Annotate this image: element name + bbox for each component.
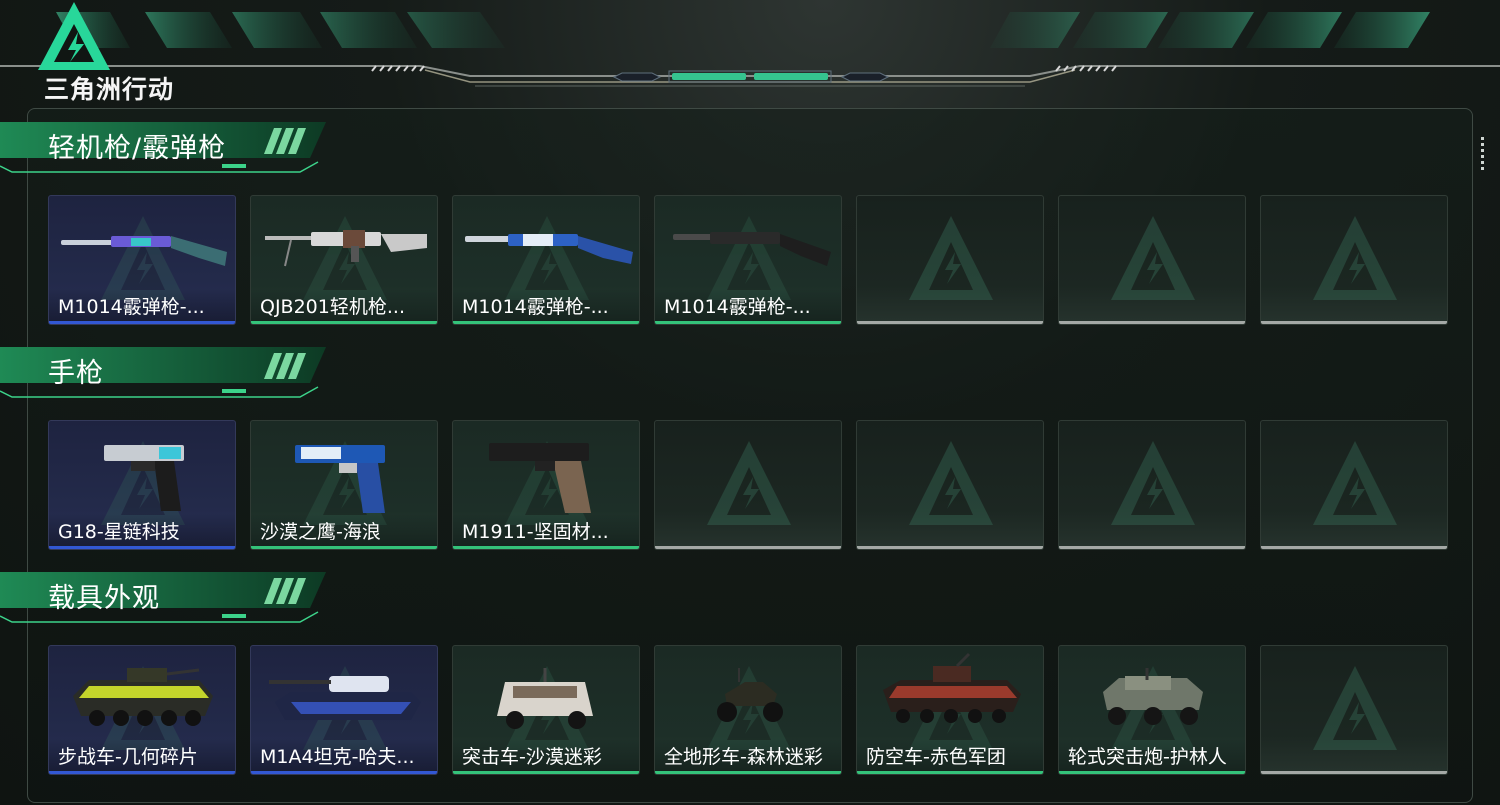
item-card[interactable]: QJB201轻机枪... [250,195,438,325]
item-card[interactable]: 防空车-赤色军团 [856,645,1044,775]
item-name: 突击车-沙漠迷彩 [462,746,602,768]
item-name: G18-星链科技 [58,521,180,543]
rarity-stripe [251,546,437,549]
item-card[interactable]: 全地形车-森林迷彩 [654,645,842,775]
wheeled-gun-icon [1103,668,1203,725]
placeholder-logo-icon [1313,666,1397,750]
placeholder-logo-icon [707,441,791,525]
rarity-stripe [1261,321,1447,324]
empty-item-slot[interactable] [654,420,842,550]
item-name: 沙漠之鹰-海浪 [260,521,381,543]
empty-item-slot[interactable] [856,195,1044,325]
assault-vehicle-icon [497,668,593,729]
item-name: M1014霰弹枪-... [462,296,609,318]
shotgun-blue-icon [465,234,633,264]
header-decoration [0,12,1500,87]
item-card[interactable]: 轮式突击炮-护林人 [1058,645,1246,775]
empty-item-slot[interactable] [1058,420,1246,550]
rarity-stripe [1261,546,1447,549]
pistol-deagle-icon [295,445,385,513]
rarity-stripe [857,771,1043,774]
item-name: 防空车-赤色军团 [866,746,1006,768]
item-name: M1014霰弹枪-... [664,296,811,318]
item-name: M1014霰弹枪-... [58,296,205,318]
section-title: 手枪 [48,358,104,389]
section-header: 手枪 [0,345,330,399]
placeholder-logo-icon [1111,441,1195,525]
shotgun-black-icon [673,232,831,266]
empty-item-slot[interactable] [856,420,1044,550]
item-card[interactable]: 突击车-沙漠迷彩 [452,645,640,775]
item-card[interactable]: G18-星链科技 [48,420,236,550]
rarity-stripe [857,546,1043,549]
item-name: M1911-坚固材... [462,521,609,543]
scrollbar-indicator[interactable] [1481,137,1485,177]
rarity-stripe [1059,771,1245,774]
aa-vehicle-icon [883,652,1021,723]
item-name: QJB201轻机枪... [260,296,405,318]
item-card[interactable]: M1014霰弹枪-... [654,195,842,325]
item-card[interactable]: M1014霰弹枪-... [48,195,236,325]
item-card[interactable]: 步战车-几何碎片 [48,645,236,775]
rarity-stripe [857,321,1043,324]
rarity-stripe [49,546,235,549]
section-title: 轻机枪/霰弹枪 [48,133,227,164]
rarity-stripe [1059,321,1245,324]
placeholder-logo-icon [1313,441,1397,525]
rarity-stripe [251,321,437,324]
item-card[interactable]: M1014霰弹枪-... [452,195,640,325]
ifv-yellow-icon [73,668,213,726]
rarity-stripe [655,771,841,774]
tank-blue-icon [269,676,421,720]
rarity-stripe [1059,546,1245,549]
shotgun-purple-icon [61,236,227,266]
item-name: 全地形车-森林迷彩 [664,746,823,768]
rarity-stripe [655,321,841,324]
rarity-stripe [49,321,235,324]
item-card[interactable]: M1911-坚固材... [452,420,640,550]
item-name: M1A4坦克-哈夫... [260,746,415,768]
empty-item-slot[interactable] [1260,195,1448,325]
rarity-stripe [453,546,639,549]
rarity-stripe [655,546,841,549]
placeholder-logo-icon [909,441,993,525]
placeholder-logo-icon [909,216,993,300]
pistol-g18-icon [104,445,184,511]
empty-item-slot[interactable] [1260,645,1448,775]
section-header: 轻机枪/霰弹枪 [0,120,330,174]
section-header: 载具外观 [0,570,330,624]
empty-item-slot[interactable] [1058,195,1246,325]
section-title: 载具外观 [48,583,160,614]
placeholder-logo-icon [1313,216,1397,300]
empty-item-slot[interactable] [1260,420,1448,550]
item-name: 步战车-几何碎片 [58,746,198,768]
item-card[interactable]: 沙漠之鹰-海浪 [250,420,438,550]
pistol-m1911-icon [489,443,591,513]
game-logo-text: 三角洲行动 [44,75,175,104]
item-card[interactable]: M1A4坦克-哈夫... [250,645,438,775]
lmg-white-icon [265,230,427,267]
atv-icon [717,668,783,722]
top-header: 三角洲行动 [0,0,1500,105]
item-name: 轮式突击炮-护林人 [1068,746,1227,768]
rarity-stripe [453,321,639,324]
rarity-stripe [453,771,639,774]
rarity-stripe [251,771,437,774]
rarity-stripe [49,771,235,774]
rarity-stripe [1261,771,1447,774]
placeholder-logo-icon [1111,216,1195,300]
